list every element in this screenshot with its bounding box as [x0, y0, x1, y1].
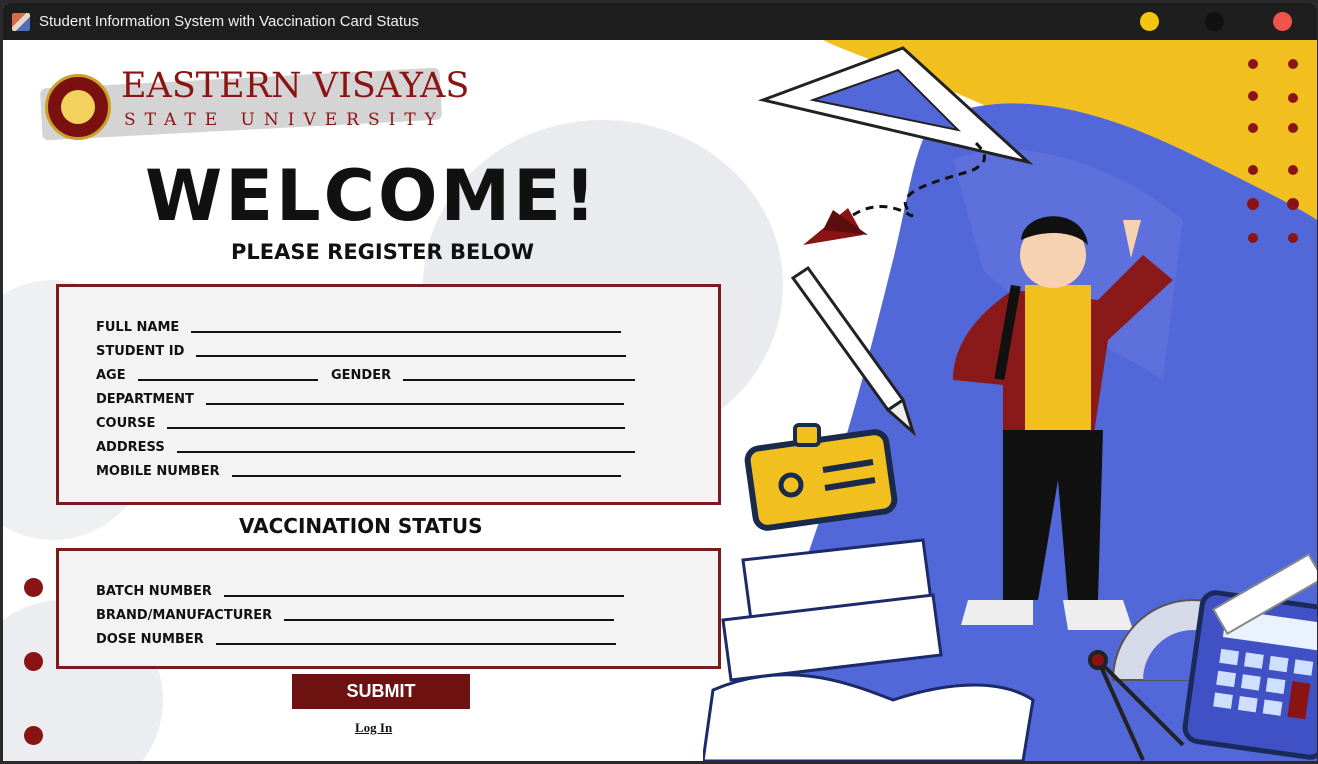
age-input[interactable]	[137, 379, 318, 381]
department-field: DEPARTMENT	[96, 389, 624, 407]
student-id-input[interactable]	[196, 355, 627, 357]
welcome-heading: WELCOME!	[145, 155, 599, 237]
submit-button[interactable]: SUBMIT	[292, 674, 470, 709]
full-name-label: FULL NAME	[96, 320, 180, 335]
gender-field: GENDER	[331, 365, 636, 383]
address-field: ADDRESS	[96, 437, 635, 455]
brand-input[interactable]	[284, 619, 615, 621]
vaccination-status-heading: VACCINATION STATUS	[239, 514, 483, 538]
batch-number-field: BATCH NUMBER	[96, 581, 624, 599]
logo-subtitle: STATE UNIVERSITY	[124, 110, 445, 130]
mobile-number-input[interactable]	[231, 475, 621, 477]
minimize-button[interactable]	[1140, 12, 1159, 31]
department-input[interactable]	[205, 403, 624, 405]
app-window: Student Information System with Vaccinat…	[3, 3, 1317, 761]
maximize-button[interactable]	[1205, 12, 1224, 31]
address-input[interactable]	[176, 451, 635, 453]
decorative-dot	[24, 652, 43, 671]
address-label: ADDRESS	[96, 440, 165, 455]
gender-label: GENDER	[331, 368, 392, 383]
mobile-number-label: MOBILE NUMBER	[96, 464, 220, 479]
id-card-icon	[744, 423, 898, 531]
student-id-label: STUDENT ID	[96, 344, 185, 359]
university-seal-icon	[45, 74, 111, 140]
decorative-dot	[24, 578, 43, 597]
full-name-field: FULL NAME	[96, 317, 622, 335]
dose-number-input[interactable]	[215, 643, 616, 645]
university-logo: EASTERN VISAYAS STATE UNIVERSITY	[31, 62, 469, 142]
brand-label: BRAND/MANUFACTURER	[96, 608, 273, 623]
department-label: DEPARTMENT	[96, 392, 194, 407]
decorative-dot	[24, 726, 43, 745]
age-field: AGE	[96, 365, 318, 383]
login-link[interactable]: Log In	[355, 720, 392, 736]
dose-number-label: DOSE NUMBER	[96, 632, 204, 647]
course-label: COURSE	[96, 416, 156, 431]
close-button[interactable]	[1273, 12, 1292, 31]
batch-number-input[interactable]	[223, 595, 624, 597]
window-title: Student Information System with Vaccinat…	[39, 13, 419, 30]
app-icon	[12, 12, 30, 31]
register-subtitle: PLEASE REGISTER BELOW	[231, 240, 534, 264]
vaccination-form: BATCH NUMBER BRAND/MANUFACTURER DOSE NUM…	[56, 548, 721, 669]
mobile-number-field: MOBILE NUMBER	[96, 461, 621, 479]
student-id-field: STUDENT ID	[96, 341, 627, 359]
student-illustration	[703, 40, 1317, 761]
student-info-form: FULL NAME STUDENT ID AGE GENDER DEPARTME…	[56, 284, 721, 505]
full-name-input[interactable]	[191, 331, 622, 333]
age-label: AGE	[96, 368, 126, 383]
course-field: COURSE	[96, 413, 626, 431]
brand-field: BRAND/MANUFACTURER	[96, 605, 615, 623]
logo-title: EASTERN VISAYAS	[121, 66, 470, 106]
registration-page: EASTERN VISAYAS STATE UNIVERSITY WELCOME…	[3, 40, 1317, 761]
batch-number-label: BATCH NUMBER	[96, 584, 212, 599]
title-bar[interactable]: Student Information System with Vaccinat…	[3, 3, 1317, 40]
course-input[interactable]	[167, 427, 626, 429]
gender-input[interactable]	[403, 379, 636, 381]
dose-number-field: DOSE NUMBER	[96, 629, 616, 647]
